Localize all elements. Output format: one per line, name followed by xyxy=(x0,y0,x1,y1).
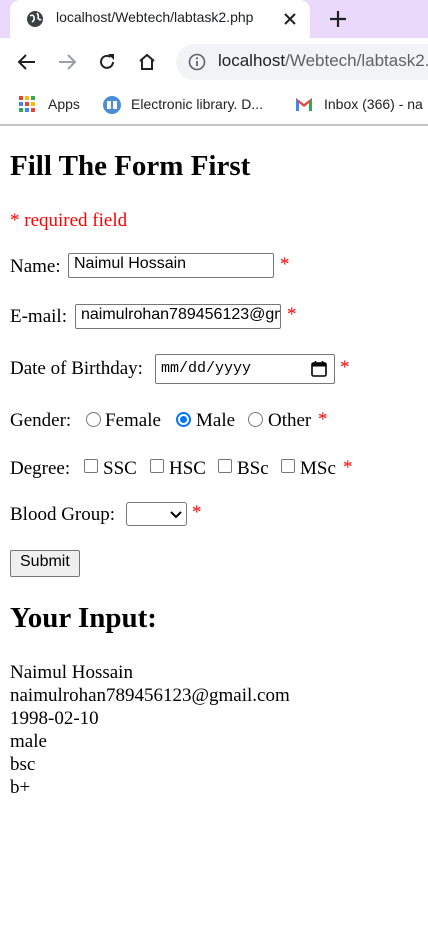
page-content: Fill The Form First * required field Nam… xyxy=(0,126,428,952)
tab-strip: localhost/Webtech/labtask2.php xyxy=(0,0,428,38)
gender-label: Gender: xyxy=(10,410,72,431)
apps-grid-icon xyxy=(19,96,35,112)
degree-option-label: HSC xyxy=(169,458,206,479)
submit-button[interactable]: Submit xyxy=(10,550,80,577)
dob-label: Date of Birthday: xyxy=(10,358,143,379)
url-host: localhost xyxy=(218,51,286,70)
gmail-icon xyxy=(296,98,312,111)
required-asterisk: * xyxy=(318,409,328,430)
home-icon[interactable] xyxy=(137,52,157,72)
reload-icon[interactable] xyxy=(97,52,117,72)
back-icon[interactable] xyxy=(17,52,37,72)
output-dob: 1998-02-10 xyxy=(10,708,99,729)
gender-radio-male[interactable] xyxy=(176,412,191,427)
bookmark-electronic-library[interactable]: Electronic library. D... xyxy=(102,94,282,116)
degree-checkbox-msc[interactable] xyxy=(281,459,295,473)
close-icon[interactable] xyxy=(282,11,298,27)
forward-icon[interactable] xyxy=(57,52,77,72)
required-asterisk: * xyxy=(343,457,353,478)
info-icon[interactable] xyxy=(188,53,206,71)
email-label: E-mail: xyxy=(10,306,67,327)
required-asterisk: * xyxy=(192,502,202,523)
calendar-icon[interactable] xyxy=(310,360,328,378)
gender-option-label: Male xyxy=(196,410,236,431)
dob-placeholder: mm/dd/yyyy xyxy=(161,360,252,377)
browser-tab[interactable]: localhost/Webtech/labtask2.php xyxy=(10,0,310,38)
bookmarks-bar: Apps Electronic library. D... Inbox (366… xyxy=(0,86,428,124)
required-asterisk: * xyxy=(280,254,290,275)
library-icon xyxy=(103,96,121,114)
required-asterisk: * xyxy=(340,357,350,378)
dob-input[interactable]: mm/dd/yyyy xyxy=(155,354,335,384)
degree-label: Degree: xyxy=(10,458,71,479)
tab-title: localhost/Webtech/labtask2.php xyxy=(56,9,254,25)
chevron-down-icon xyxy=(170,511,182,519)
output-name: Naimul Hossain xyxy=(10,662,133,683)
output-blood-group: b+ xyxy=(10,777,31,798)
blood-group-select[interactable] xyxy=(126,502,187,526)
gender-option-label: Other xyxy=(268,410,312,431)
blood-group-label: Blood Group: xyxy=(10,504,116,525)
required-asterisk: * xyxy=(287,304,297,325)
required-note: * required field xyxy=(10,210,128,231)
degree-checkbox-hsc[interactable] xyxy=(150,459,164,473)
url-path: /Webtech/labtask2.php xyxy=(285,51,428,70)
gender-radio-female[interactable] xyxy=(86,412,101,427)
email-input[interactable]: naimulrohan789456123@gmail.com xyxy=(75,304,281,329)
degree-option-label: MSc xyxy=(300,458,336,479)
bookmark-label: Inbox (366) - na xyxy=(324,96,423,112)
gender-radio-other[interactable] xyxy=(248,412,263,427)
bookmark-apps[interactable]: Apps xyxy=(18,94,88,116)
bookmark-label: Electronic library. D... xyxy=(131,96,263,112)
gender-option-label: Female xyxy=(105,410,161,431)
degree-option-label: BSc xyxy=(237,458,269,479)
bookmark-inbox[interactable]: Inbox (366) - na xyxy=(294,94,428,116)
name-label: Name: xyxy=(10,256,61,277)
browser-toolbar: localhost/Webtech/labtask2.php xyxy=(0,38,428,86)
globe-icon xyxy=(27,11,43,27)
output-gender: male xyxy=(10,731,47,752)
bookmark-label: Apps xyxy=(48,96,80,112)
address-bar[interactable]: localhost/Webtech/labtask2.php xyxy=(176,44,428,80)
output-degree: bsc xyxy=(10,754,36,775)
name-input[interactable]: Naimul Hossain xyxy=(68,253,274,278)
new-tab-icon[interactable] xyxy=(328,9,348,29)
url-text: localhost/Webtech/labtask2.php xyxy=(218,51,428,71)
degree-checkbox-bsc[interactable] xyxy=(218,459,232,473)
form-heading: Fill The Form First xyxy=(10,150,251,182)
degree-option-label: SSC xyxy=(103,458,137,479)
degree-checkbox-ssc[interactable] xyxy=(84,459,98,473)
output-heading: Your Input: xyxy=(10,602,157,634)
output-email: naimulrohan789456123@gmail.com xyxy=(10,685,290,706)
